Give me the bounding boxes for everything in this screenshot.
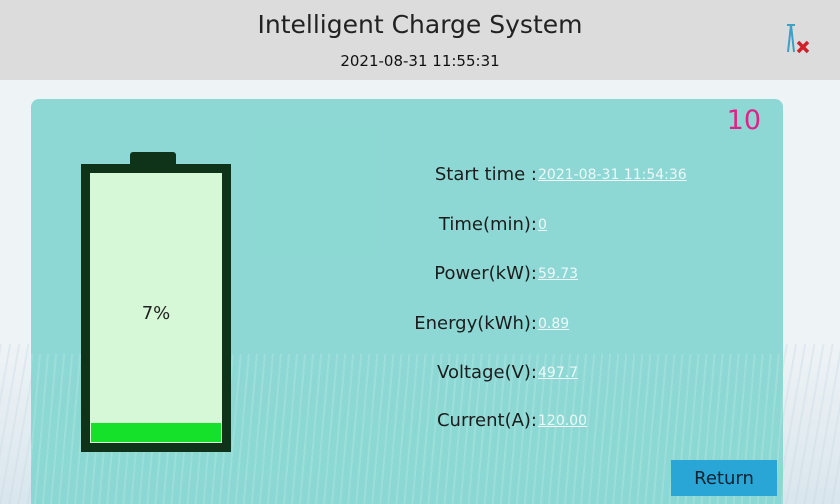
start-time-label: Start time :	[434, 164, 537, 185]
current-value: 120.00	[538, 413, 587, 429]
start-time-value: 2021-08-31 11:54:36	[538, 167, 687, 183]
time-value: 0	[538, 217, 547, 233]
app-title: Intelligent Charge System	[257, 10, 583, 39]
power-value: 59.73	[538, 266, 579, 282]
time-label: Time(min):	[438, 214, 537, 235]
countdown-timer: 10	[726, 105, 761, 136]
info-row-current: Current(A): 120.00	[31, 408, 783, 434]
energy-label: Energy(kWh):	[414, 313, 537, 334]
info-row-start-time: Start time : 2021-08-31 11:54:36	[31, 162, 783, 188]
voltage-value: 497.7	[538, 365, 579, 381]
info-row-energy: Energy(kWh): 0.89	[31, 311, 783, 337]
return-button[interactable]: Return	[671, 460, 777, 496]
info-row-voltage: Voltage(V): 497.7	[31, 360, 783, 386]
energy-value: 0.89	[538, 316, 570, 332]
charging-status-panel: 10 7% Start time : 2021-08-31 11:54:36 T…	[31, 99, 783, 504]
network-disconnected-icon	[787, 24, 810, 54]
header-bar: Intelligent Charge System 2021-08-31 11:…	[0, 0, 840, 80]
power-label: Power(kW):	[434, 263, 537, 284]
current-label: Current(A):	[436, 410, 537, 431]
info-row-power: Power(kW): 59.73	[31, 261, 783, 287]
info-row-time: Time(min): 0	[31, 212, 783, 238]
voltage-label: Voltage(V):	[437, 362, 537, 383]
current-datetime: 2021-08-31 11:55:31	[340, 52, 500, 70]
